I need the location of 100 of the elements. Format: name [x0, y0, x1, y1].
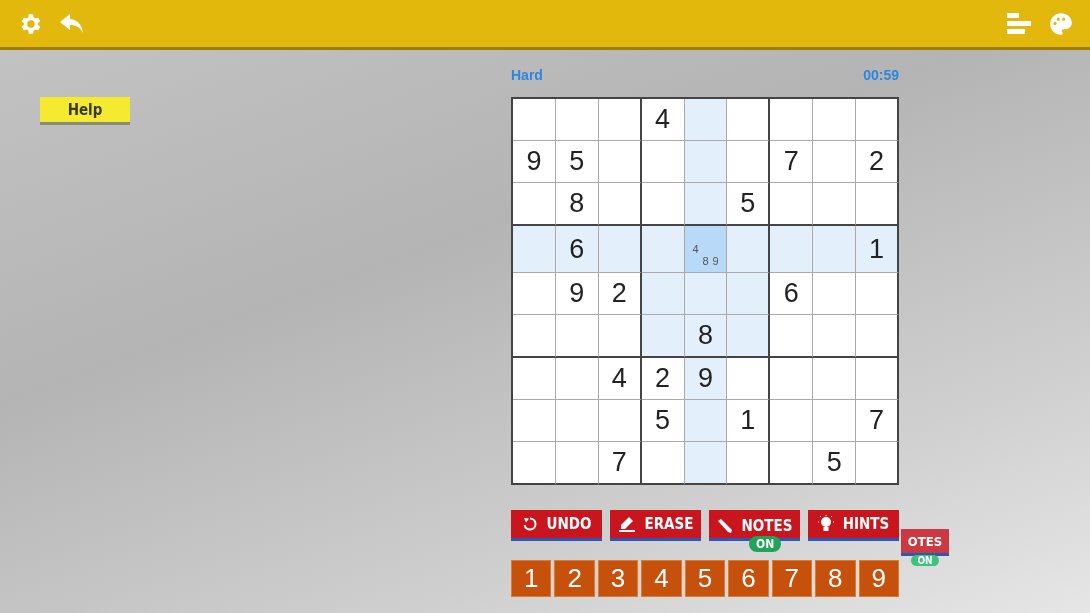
board-cell[interactable]: 9 — [555, 273, 599, 315]
board-cell[interactable] — [598, 183, 642, 226]
cell-digit: 2 — [611, 278, 627, 309]
board-cell[interactable] — [555, 400, 599, 442]
board-cell[interactable] — [727, 358, 771, 400]
board-cell[interactable] — [513, 358, 556, 400]
board-cell[interactable]: 8 — [684, 315, 728, 358]
board-cell[interactable] — [641, 273, 685, 315]
board-cell[interactable]: 1 — [727, 400, 771, 442]
board-cell[interactable] — [770, 226, 814, 273]
board-cell[interactable]: 4 8 9 — [684, 226, 728, 273]
board-cell[interactable]: 7 — [856, 400, 899, 442]
board-cell[interactable]: 9 — [513, 141, 556, 183]
board-cell[interactable]: 9 — [684, 358, 728, 400]
board-cell[interactable] — [727, 273, 771, 315]
board-cell[interactable]: 6 — [770, 273, 814, 315]
board-cell[interactable] — [684, 141, 728, 183]
board-cell[interactable] — [641, 442, 685, 485]
board-cell[interactable] — [598, 226, 642, 273]
number-key[interactable]: 7 — [771, 560, 813, 597]
board-cell[interactable] — [770, 400, 814, 442]
board-cell[interactable]: 2 — [856, 141, 899, 183]
board-cell[interactable] — [727, 99, 771, 141]
board-cell[interactable]: 2 — [598, 273, 642, 315]
board-cell[interactable]: 4 — [598, 358, 642, 400]
board-cell[interactable] — [513, 273, 556, 315]
board-cell[interactable] — [770, 442, 814, 485]
board-cell[interactable] — [555, 315, 599, 358]
board-cell[interactable] — [641, 315, 685, 358]
board-cell[interactable] — [813, 226, 857, 273]
number-key[interactable]: 6 — [728, 560, 769, 597]
board-cell[interactable] — [641, 226, 685, 273]
board-cell[interactable] — [727, 226, 771, 273]
board-cell[interactable] — [684, 183, 728, 226]
board-cell[interactable] — [856, 442, 899, 485]
board-cell[interactable] — [770, 358, 814, 400]
number-key[interactable]: 8 — [815, 560, 856, 597]
erase-button[interactable]: ERASE — [610, 510, 701, 541]
board-cell[interactable] — [813, 358, 857, 400]
board-cell[interactable] — [598, 315, 642, 358]
board-cell[interactable] — [770, 183, 814, 226]
board-cell[interactable]: 6 — [555, 226, 599, 273]
board-cell[interactable] — [513, 315, 556, 358]
cell-digit: 9 — [697, 363, 713, 394]
board-cell[interactable] — [684, 273, 728, 315]
board-cell[interactable] — [813, 99, 857, 141]
board-cell[interactable] — [813, 400, 857, 442]
board-cell[interactable]: 7 — [770, 141, 814, 183]
board-cell[interactable] — [513, 442, 556, 485]
board-cell[interactable] — [555, 358, 599, 400]
board-cell[interactable] — [727, 141, 771, 183]
board-cell[interactable] — [856, 315, 899, 358]
board-cell[interactable]: 4 — [641, 99, 685, 141]
board-cell[interactable]: 5 — [641, 400, 685, 442]
number-key[interactable]: 4 — [641, 560, 682, 597]
board-cell[interactable] — [513, 226, 556, 273]
board-cell[interactable] — [598, 400, 642, 442]
board-cell[interactable] — [598, 141, 642, 183]
board-cell[interactable] — [856, 273, 899, 315]
lightbulb-icon — [817, 515, 834, 533]
board-cell[interactable]: 1 — [856, 226, 899, 273]
board-cell[interactable] — [598, 99, 642, 141]
board-cell[interactable] — [684, 99, 728, 141]
notes-button[interactable]: OTES ON — [901, 529, 949, 569]
board-cell[interactable] — [727, 442, 771, 485]
help-button[interactable]: Help — [40, 97, 130, 125]
board-cell[interactable]: 7 — [598, 442, 642, 485]
board-cell[interactable] — [555, 442, 599, 485]
board-cell[interactable]: 5 — [555, 141, 599, 183]
board-cell[interactable] — [856, 358, 899, 400]
board-cell[interactable] — [856, 183, 899, 226]
board-cell[interactable]: 5 — [727, 183, 771, 226]
board-cell[interactable] — [555, 99, 599, 141]
board-cell[interactable] — [513, 99, 556, 141]
number-key[interactable]: 9 — [858, 560, 899, 597]
number-key[interactable]: 5 — [684, 560, 726, 597]
board-cell[interactable]: 8 — [555, 183, 599, 226]
number-key[interactable]: 3 — [597, 560, 639, 597]
board-cell[interactable] — [813, 183, 857, 226]
board-cell[interactable] — [641, 183, 685, 226]
board-cell[interactable] — [641, 141, 685, 183]
note-digit: 9 — [711, 255, 720, 267]
board-cell[interactable] — [856, 99, 899, 141]
board-cell[interactable] — [813, 141, 857, 183]
board-cell[interactable] — [813, 273, 857, 315]
board-cell[interactable]: 5 — [813, 442, 857, 485]
board-cell[interactable] — [513, 400, 556, 442]
board-cell[interactable] — [684, 442, 728, 485]
board-cell[interactable]: 2 — [641, 358, 685, 400]
number-key[interactable]: 2 — [554, 560, 595, 597]
board-cell[interactable] — [770, 99, 814, 141]
hints-button[interactable]: HINTS — [808, 510, 899, 541]
board-cell[interactable] — [813, 315, 857, 358]
number-key[interactable]: 1 — [511, 560, 552, 597]
board-cell[interactable] — [727, 315, 771, 358]
board-cell[interactable] — [770, 315, 814, 358]
board-cell[interactable] — [513, 183, 556, 226]
notes-button[interactable]: NOTES ON — [709, 510, 800, 552]
board-cell[interactable] — [684, 400, 728, 442]
undo-button[interactable]: UNDO — [511, 510, 602, 541]
